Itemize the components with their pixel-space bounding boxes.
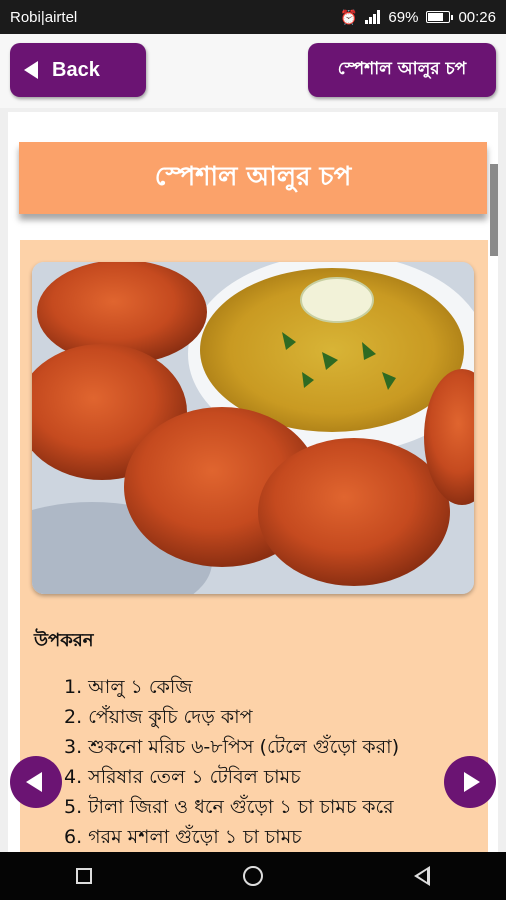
signal-icon <box>365 10 381 24</box>
ingredient-item: 6. গরম মশলা গুঁড়ো ১ চা চামচ <box>64 826 302 848</box>
previous-button[interactable] <box>10 756 62 808</box>
arrow-left-icon <box>24 61 38 79</box>
recipe-card: উপকরন 1. আলু ১ কেজি 2. পেঁয়াজ কুচি দেড়… <box>20 240 488 852</box>
recipe-content[interactable]: স্পেশাল আলুর চপ উপকরন 1. আলু ১ কেজি 2. প… <box>8 112 498 852</box>
carrier-label: Robi|airtel <box>10 8 78 26</box>
recipe-photo <box>32 262 474 594</box>
chevron-right-icon <box>464 772 480 792</box>
title-button-label: স্পেশাল আলুর চপ <box>337 59 467 79</box>
home-icon[interactable] <box>242 866 263 886</box>
chevron-left-icon <box>26 772 42 792</box>
ingredient-item: 3. শুকনো মরিচ ৬-৮পিস (টেলে গুঁড়ো করা) <box>64 736 400 758</box>
ingredient-item: 4. সরিষার তেল ১ টেবিল চামচ <box>64 766 301 788</box>
back-label: Back <box>52 58 100 81</box>
alarm-icon: ⏰ <box>339 8 358 25</box>
recipe-title-bar: স্পেশাল আলুর চপ <box>19 142 487 214</box>
ingredient-item: 2. পেঁয়াজ কুচি দেড় কাপ <box>64 706 253 728</box>
next-button[interactable] <box>444 756 496 808</box>
battery-icon <box>426 11 454 23</box>
ingredients-list: 1. আলু ১ কেজি 2. পেঁয়াজ কুচি দেড় কাপ 3… <box>64 672 399 852</box>
battery-percent: 69% <box>388 8 419 26</box>
status-bar: Robi|airtel ⏰ 69% 00:26 <box>0 0 506 34</box>
title-button[interactable]: স্পেশাল আলুর চপ <box>308 43 496 97</box>
ingredient-item: 1. আলু ১ কেজি <box>64 676 193 698</box>
ingredient-item: 5. টালা জিরা ও ধনে গুঁড়ো ১ চা চামচ করে <box>64 796 394 818</box>
app-header: Back স্পেশাল আলুর চপ <box>0 34 506 108</box>
back-button[interactable]: Back <box>10 43 146 97</box>
food-illustration <box>32 262 474 594</box>
system-back-icon[interactable] <box>414 866 431 886</box>
clock: 00:26 <box>458 8 496 26</box>
recents-icon[interactable] <box>75 868 92 884</box>
ingredients-heading: উপকরন <box>34 630 94 651</box>
scrollbar-thumb[interactable] <box>490 164 498 256</box>
recipe-title: স্পেশাল আলুর চপ <box>154 162 352 192</box>
system-navigation-bar <box>0 852 506 900</box>
